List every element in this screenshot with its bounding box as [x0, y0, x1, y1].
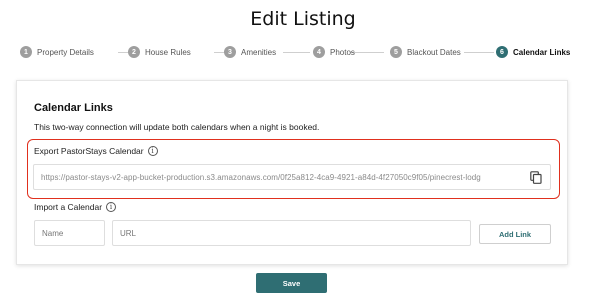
import-url-placeholder: URL: [120, 228, 137, 238]
step-number: 1: [20, 46, 32, 58]
info-icon[interactable]: i: [147, 146, 158, 156]
card-title: Calendar Links: [34, 102, 113, 114]
info-icon[interactable]: i: [106, 202, 117, 212]
step-connector: [350, 52, 384, 53]
step-label: Calendar Links: [513, 47, 571, 57]
step-photos[interactable]: 4 Photos: [313, 45, 355, 59]
step-house-rules[interactable]: 2 House Rules: [128, 45, 191, 59]
step-number: 3: [224, 46, 236, 58]
calendar-links-card: Calendar Links This two-way connection w…: [16, 80, 568, 265]
step-number: 2: [128, 46, 140, 58]
step-label: Amenities: [241, 47, 277, 57]
step-number: 5: [390, 46, 402, 58]
import-calendar-label: Import a Calendar i: [34, 202, 117, 212]
import-calendar-label-text: Import a Calendar: [34, 202, 103, 212]
export-url-field[interactable]: https://pastor-stays-v2-app-bucket-produ…: [33, 164, 551, 190]
copy-icon[interactable]: [530, 171, 542, 184]
step-number: 4: [313, 46, 325, 58]
add-link-button[interactable]: Add Link: [479, 224, 551, 244]
import-url-input[interactable]: URL: [112, 220, 471, 246]
export-url-text[interactable]: https://pastor-stays-v2-app-bucket-produ…: [41, 173, 525, 182]
export-calendar-label-text: Export PastorStays Calendar: [34, 146, 144, 156]
step-blackout-dates[interactable]: 5 Blackout Dates: [390, 45, 461, 59]
step-amenities[interactable]: 3 Amenities: [224, 45, 276, 59]
step-property-details[interactable]: 1 Property Details: [20, 45, 94, 59]
import-name-placeholder: Name: [42, 228, 64, 238]
step-label: Photos: [330, 47, 355, 57]
page-title: Edit Listing: [250, 8, 356, 30]
save-button[interactable]: Save: [256, 273, 327, 293]
export-calendar-label: Export PastorStays Calendar i: [34, 146, 158, 156]
stepper: 1 Property Details 2 House Rules 3 Ameni…: [20, 45, 586, 59]
card-description: This two-way connection will update both…: [34, 122, 320, 132]
step-connector: [283, 52, 310, 53]
step-connector: [464, 52, 494, 53]
step-label: Property Details: [37, 47, 94, 57]
step-number: 6: [496, 46, 508, 58]
import-name-input[interactable]: Name: [34, 220, 105, 246]
step-calendar-links[interactable]: 6 Calendar Links: [496, 45, 570, 59]
step-label: Blackout Dates: [407, 47, 461, 57]
step-label: House Rules: [145, 47, 191, 57]
